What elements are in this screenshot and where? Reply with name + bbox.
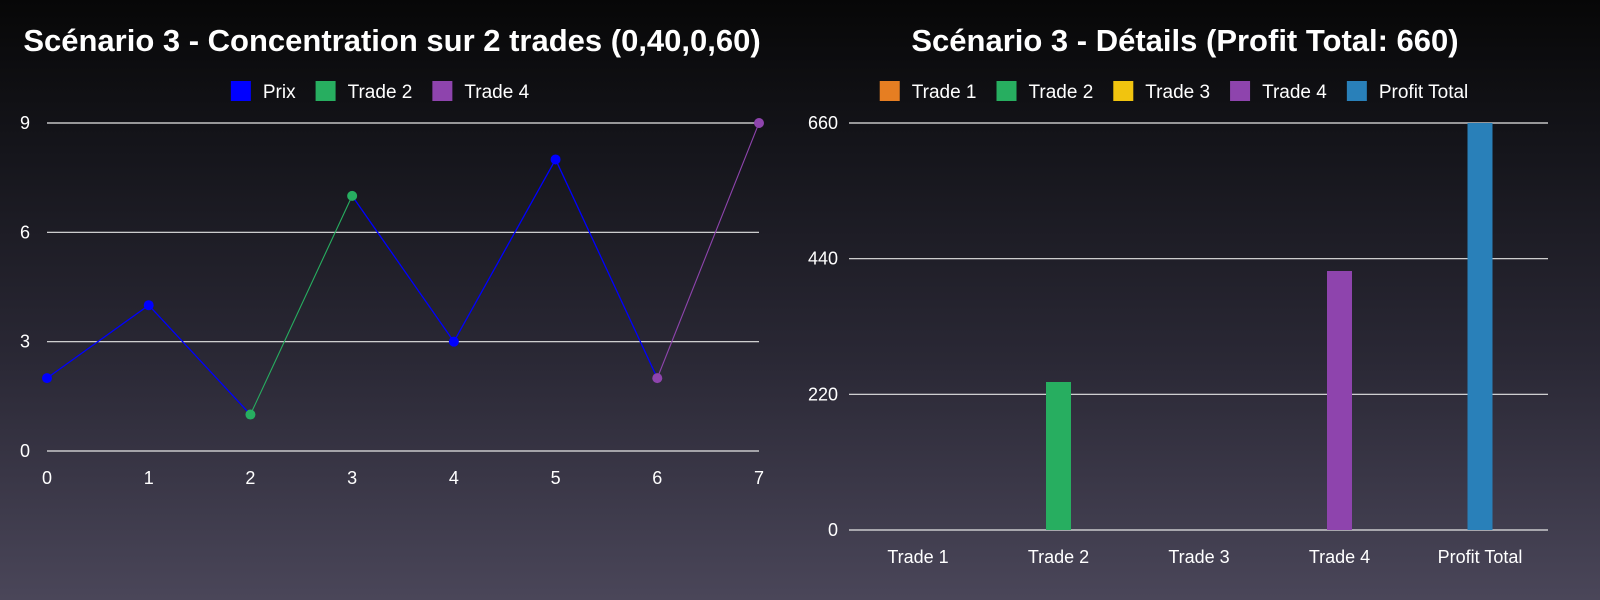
- legend-item-trade-2-left: Trade 2: [315, 81, 413, 103]
- x-tick-label: 4: [449, 468, 459, 488]
- x-tick-label: Trade 4: [1309, 547, 1370, 567]
- x-tick-label: Trade 2: [1028, 547, 1089, 567]
- x-tick-label: Trade 3: [1168, 547, 1229, 567]
- legend-item-trade-2-right: Trade 2: [996, 81, 1094, 103]
- legend-label: Trade 4: [464, 82, 529, 103]
- x-tick-label: Trade 1: [887, 547, 948, 567]
- bars-right: [1046, 123, 1493, 530]
- legend-label: Trade 2: [348, 82, 413, 103]
- prix-line-segment: [554, 159, 658, 379]
- legend-item-trade-4-left: Trade 4: [432, 81, 530, 103]
- y-tick-label: 3: [20, 332, 30, 352]
- x-tick-label: Profit Total: [1438, 547, 1523, 567]
- y-tick-label: 660: [808, 113, 838, 133]
- x-tick-label: 1: [144, 468, 154, 488]
- y-tick-label: 6: [20, 222, 30, 242]
- legend-item-trade-3-right: Trade 3: [1113, 81, 1210, 103]
- grid-left: [47, 122, 759, 452]
- legend-label: Prix: [263, 82, 296, 103]
- bar-trade-4: [1327, 271, 1352, 530]
- legend-swatch: [1230, 81, 1251, 101]
- legend-label: Profit Total: [1379, 82, 1468, 103]
- prix-point: [143, 300, 154, 311]
- legend-swatch: [1346, 81, 1367, 101]
- y-axis-ticks-left: 0 3 6 9: [20, 113, 30, 461]
- grid-right: [849, 122, 1548, 531]
- legend-right: Trade 1 Trade 2 Trade 3 Trade 4 Profit Total: [879, 81, 1468, 103]
- y-axis-ticks-right: 0 220 440 660: [808, 113, 838, 540]
- trade-4-line-segment: [656, 122, 760, 379]
- y-tick-label: 9: [20, 113, 30, 133]
- legend-swatch: [879, 81, 900, 101]
- legend-left: Prix Trade 2 Trade 4: [230, 81, 530, 103]
- chart-title-right: Scénario 3 - Détails (Profit Total: 660): [911, 23, 1458, 58]
- price-trades-line-chart: Scénario 3 - Concentration sur 2 trades …: [20, 23, 764, 488]
- x-tick-label: 0: [42, 468, 52, 488]
- legend-swatch: [230, 81, 251, 101]
- x-axis-ticks-right: Trade 1 Trade 2 Trade 3 Trade 4 Profit Total: [887, 547, 1522, 567]
- prix-point: [448, 336, 459, 347]
- trade-point: [347, 190, 358, 201]
- bar-trade-2: [1046, 382, 1071, 530]
- x-tick-label: 6: [652, 468, 662, 488]
- prix-line-segment: [148, 304, 251, 415]
- trade-point: [754, 118, 764, 128]
- prix-line-segment: [351, 195, 455, 343]
- x-tick-label: 3: [347, 468, 357, 488]
- x-axis-ticks-left: 0 1 2 3 4 5 6 7: [42, 468, 764, 488]
- prix-line-segment: [453, 159, 557, 342]
- prix-point: [42, 373, 52, 384]
- legend-swatch: [315, 81, 336, 101]
- bar-profit-total: [1467, 123, 1493, 530]
- trade-profit-bar-chart: Scénario 3 - Détails (Profit Total: 660)…: [808, 23, 1548, 567]
- legend-label: Trade 4: [1262, 82, 1327, 103]
- legend-swatch: [1113, 81, 1134, 101]
- legend-item-trade-4-right: Trade 4: [1230, 81, 1327, 103]
- legend-label: Trade 1: [912, 82, 977, 103]
- legend-item-trade-1-right: Trade 1: [879, 81, 977, 103]
- y-tick-label: 0: [828, 520, 838, 540]
- legend-label: Trade 2: [1029, 82, 1094, 103]
- y-tick-label: 440: [808, 249, 838, 269]
- trade-point: [652, 373, 663, 384]
- y-tick-label: 220: [808, 384, 838, 404]
- x-tick-label: 2: [245, 468, 255, 488]
- trade-2-line-segment: [249, 195, 353, 415]
- prix-point: [550, 154, 561, 165]
- chart-title-left: Scénario 3 - Concentration sur 2 trades …: [23, 23, 760, 58]
- legend-label: Trade 3: [1145, 82, 1210, 103]
- trade-point: [245, 409, 256, 420]
- x-tick-label: 5: [551, 468, 561, 488]
- legend-item-profit-total-right: Profit Total: [1346, 81, 1468, 103]
- legend-item-prix-left: Prix: [230, 81, 296, 103]
- x-tick-label: 7: [754, 468, 764, 488]
- charts-canvas: Scénario 3 - Concentration sur 2 trades …: [20, 23, 1548, 567]
- legend-swatch: [996, 81, 1017, 101]
- legend-swatch: [432, 81, 453, 101]
- y-tick-label: 0: [20, 441, 30, 461]
- series-lines-left: [46, 122, 760, 415]
